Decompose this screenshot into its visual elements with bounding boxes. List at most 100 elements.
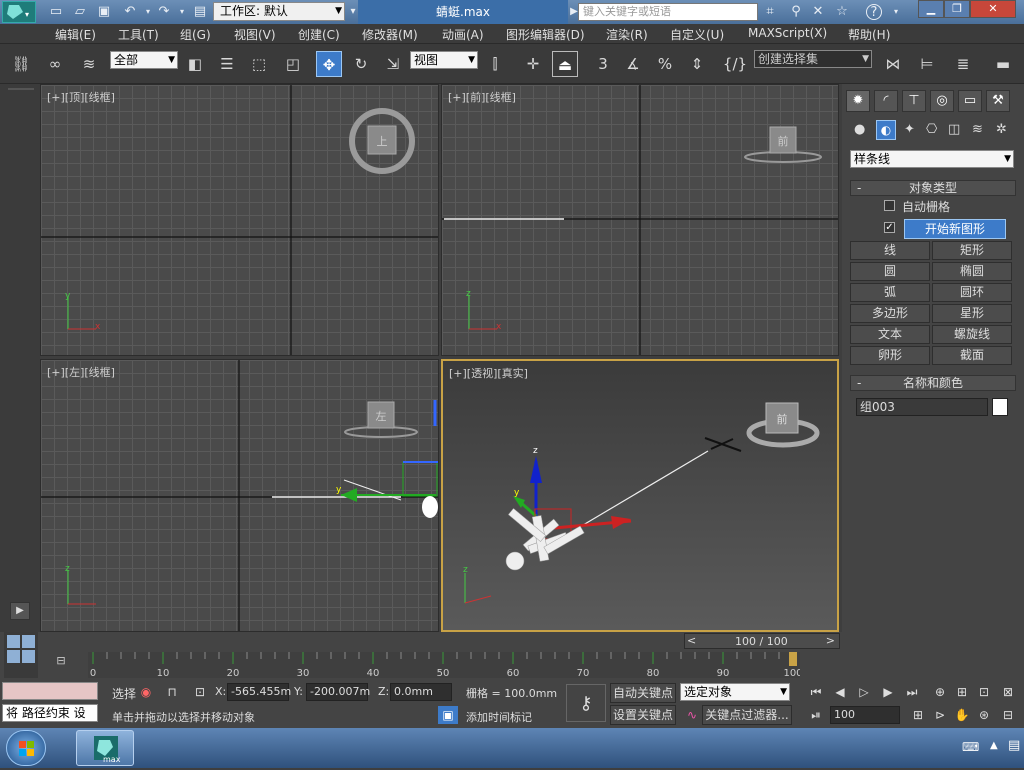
- orbit-icon[interactable]: ⊛: [974, 706, 994, 724]
- workspace-select[interactable]: 工作区: 默认 ▼: [213, 2, 345, 21]
- spinner-snap-icon[interactable]: ⇕: [684, 51, 710, 77]
- shapes-icon[interactable]: ◐: [876, 120, 896, 140]
- star-icon[interactable]: ☆: [834, 4, 850, 20]
- lock-selection-icon[interactable]: ⊓: [162, 683, 182, 701]
- cameras-icon[interactable]: ⎔: [926, 122, 937, 137]
- minimize-button[interactable]: ▁: [918, 0, 944, 18]
- object-color-swatch[interactable]: [992, 398, 1008, 416]
- menu-animation[interactable]: 动画(A): [442, 26, 484, 43]
- menu-modifiers[interactable]: 修改器(M): [362, 26, 418, 43]
- set-key-icon[interactable]: ⚷: [566, 684, 606, 722]
- pivot-center-icon[interactable]: ⫿: [482, 51, 508, 77]
- select-object-icon[interactable]: ◧: [182, 51, 208, 77]
- curve-icon[interactable]: ∿: [682, 706, 702, 724]
- helpers-icon[interactable]: ◫: [948, 122, 960, 137]
- utilities-tab-icon[interactable]: ⚒: [986, 90, 1010, 112]
- prev-frame-icon[interactable]: ◀: [830, 683, 850, 701]
- create-tab-icon[interactable]: ✹: [846, 90, 870, 112]
- hierarchy-tab-icon[interactable]: ⊤: [902, 90, 926, 112]
- tray-arrow-icon[interactable]: ▲: [990, 740, 998, 751]
- category-select[interactable]: 样条线 ▼: [850, 150, 1014, 168]
- text-button[interactable]: 文本: [850, 325, 930, 344]
- key-mode-icon[interactable]: ⏯: [806, 706, 826, 724]
- help-dropdown-icon[interactable]: ▾: [888, 4, 904, 20]
- start-new-shape-button[interactable]: 开始新图形: [904, 219, 1006, 239]
- close-button[interactable]: ✕: [970, 0, 1016, 18]
- goto-start-icon[interactable]: ⏮: [806, 683, 826, 701]
- field-of-view-icon[interactable]: ⊳: [930, 706, 950, 724]
- project-folder-icon[interactable]: ▤: [192, 4, 208, 20]
- angle-snap-icon[interactable]: ∡: [620, 51, 646, 77]
- keyboard-shortcut-override-icon[interactable]: ⏏: [552, 51, 578, 77]
- modify-tab-icon[interactable]: ◜: [874, 90, 898, 112]
- star-button[interactable]: 星形: [932, 304, 1012, 323]
- open-file-icon[interactable]: ▱: [72, 4, 88, 20]
- goto-end-icon[interactable]: ⏭: [902, 683, 922, 701]
- add-time-tag-button[interactable]: 添加时间标记: [466, 709, 532, 725]
- unlink-icon[interactable]: ∞: [42, 51, 68, 77]
- reference-coordinate-select[interactable]: 视图 ▼: [410, 51, 478, 69]
- time-tag-icon[interactable]: ▣: [438, 706, 458, 724]
- viewport-perspective[interactable]: 前 z y z [+][透视][真实]: [441, 359, 839, 632]
- ellipse-button[interactable]: 椭圆: [932, 262, 1012, 281]
- absolute-mode-icon[interactable]: ⊡: [190, 683, 210, 701]
- zoom-icon[interactable]: ⊕: [930, 683, 950, 701]
- spacewarps-icon[interactable]: ≋: [972, 122, 983, 137]
- z-coord-field[interactable]: 0.0mm: [390, 683, 452, 701]
- egg-button[interactable]: 卵形: [850, 346, 930, 365]
- menu-group[interactable]: 组(G): [180, 26, 211, 43]
- menu-rendering[interactable]: 渲染(R): [606, 26, 648, 43]
- isolate-selection-icon[interactable]: ◉: [136, 683, 156, 701]
- undo-icon[interactable]: ↶: [122, 4, 138, 20]
- menu-tools[interactable]: 工具(T): [118, 26, 159, 43]
- bind-spacewarp-icon[interactable]: ≋: [76, 51, 102, 77]
- motion-tab-icon[interactable]: ◎: [930, 90, 954, 112]
- expand-ribbon-icon[interactable]: ▶: [10, 602, 30, 620]
- autogrid-checkbox[interactable]: [884, 200, 895, 211]
- viewport-left[interactable]: 左 y z [+][左][线框]: [40, 359, 439, 632]
- play-icon[interactable]: ▷: [854, 683, 874, 701]
- select-rotate-icon[interactable]: ↻: [348, 51, 374, 77]
- redo-icon[interactable]: ↷: [156, 4, 172, 20]
- rectangle-button[interactable]: 矩形: [932, 241, 1012, 260]
- maxscript-listener-pink[interactable]: [2, 682, 98, 700]
- time-slider-prev-icon[interactable]: <: [687, 634, 696, 647]
- viewport-front[interactable]: 前 z x [+][前][线框]: [441, 84, 839, 356]
- section-button[interactable]: 截面: [932, 346, 1012, 365]
- set-key-button[interactable]: 设置关键点: [610, 705, 676, 725]
- line-button[interactable]: 线: [850, 241, 930, 260]
- circle-button[interactable]: 圆: [850, 262, 930, 281]
- viewport-label[interactable]: [+][左][线框]: [47, 364, 115, 380]
- snap-toggle-icon[interactable]: 3: [590, 51, 616, 77]
- pan-icon[interactable]: ✋: [952, 706, 972, 724]
- viewport-layout-icon[interactable]: [4, 632, 38, 666]
- menu-customize[interactable]: 自定义(U): [670, 26, 724, 43]
- taskbar-3dsmax-button[interactable]: max: [76, 730, 134, 766]
- zoom-extents-icon[interactable]: ⊡: [974, 683, 994, 701]
- menu-help[interactable]: 帮助(H): [848, 26, 890, 43]
- help-icon[interactable]: ?: [866, 4, 882, 20]
- arc-button[interactable]: 弧: [850, 283, 930, 302]
- keyboard-icon[interactable]: ⌨: [962, 740, 979, 754]
- viewport-top[interactable]: 上 y x [+][顶][线框]: [40, 84, 439, 356]
- menu-graph-editors[interactable]: 图形编辑器(D): [506, 26, 585, 43]
- selection-filter-select[interactable]: 全部 ▼: [110, 51, 178, 69]
- next-frame-icon[interactable]: ▶: [878, 683, 898, 701]
- viewport-label[interactable]: [+][顶][线框]: [47, 89, 115, 105]
- menu-maxscript[interactable]: MAXScript(X): [748, 26, 827, 40]
- object-type-rollout-header[interactable]: - 对象类型: [850, 180, 1016, 196]
- track-bar[interactable]: 0 10 20 30 40 50 60 70 80 90 100: [88, 652, 800, 678]
- key-icon[interactable]: ⚲: [788, 4, 804, 20]
- search-input[interactable]: 键入关键字或短语: [578, 3, 758, 21]
- undo-dropdown-icon[interactable]: ▾: [140, 4, 156, 20]
- zoom-all-icon[interactable]: ⊞: [952, 683, 972, 701]
- select-manipulate-icon[interactable]: ✛: [520, 51, 546, 77]
- menu-edit[interactable]: 编辑(E): [55, 26, 96, 43]
- maxscript-listener-white[interactable]: 将 路径约束 设: [2, 704, 98, 722]
- viewport-label[interactable]: [+][透视][真实]: [449, 365, 528, 381]
- display-tab-icon[interactable]: ▭: [958, 90, 982, 112]
- binoculars-icon[interactable]: ⌗: [762, 4, 778, 20]
- x-coord-field[interactable]: -565.455m: [227, 683, 291, 701]
- start-button[interactable]: [6, 730, 46, 766]
- name-color-rollout-header[interactable]: - 名称和颜色: [850, 375, 1016, 391]
